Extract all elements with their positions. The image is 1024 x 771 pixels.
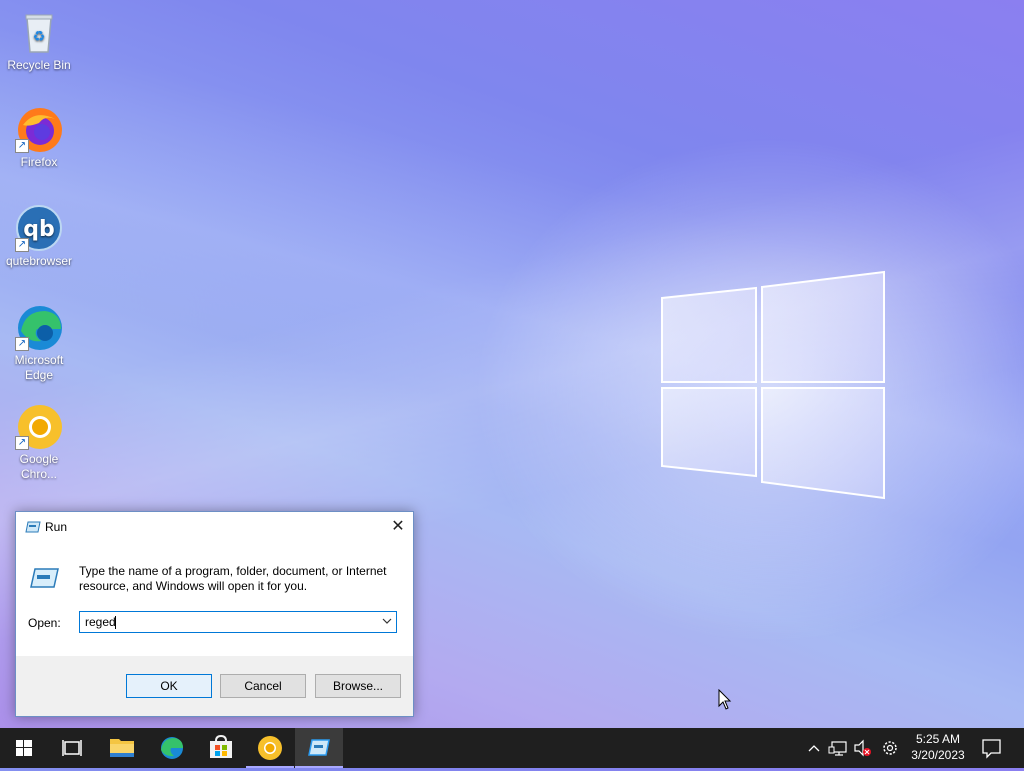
run-icon <box>25 521 41 533</box>
volume-muted-icon <box>854 739 871 757</box>
run-program-icon <box>30 568 59 588</box>
open-label-text: Open: <box>28 616 61 630</box>
taskbar-google-chrome[interactable] <box>246 728 294 768</box>
shortcut-arrow-icon: ↗ <box>15 436 29 450</box>
taskbar-clock[interactable]: 5:25 AM 3/20/2023 <box>905 731 971 763</box>
action-center-button[interactable] <box>978 728 1006 768</box>
run-dialog-titlebar[interactable]: Run ✕ <box>16 512 413 542</box>
open-combobox[interactable]: reged <box>79 611 397 633</box>
recycle-bin-icon: ♻ <box>15 8 63 56</box>
run-dialog-title: Run <box>45 520 68 534</box>
windows-wallpaper-logo <box>661 270 885 500</box>
clock-time: 5:25 AM <box>915 732 961 746</box>
taskbar-file-explorer[interactable] <box>98 728 146 768</box>
firefox-icon: ↗ <box>15 105 63 153</box>
edge-icon: ↗ <box>15 303 63 351</box>
shortcut-arrow-icon: ↗ <box>15 337 29 351</box>
start-button[interactable] <box>0 728 48 768</box>
task-view-button[interactable] <box>48 728 96 768</box>
browse-button[interactable]: Browse... <box>315 674 401 698</box>
taskbar-run[interactable] <box>295 728 343 768</box>
shortcut-arrow-icon: ↗ <box>15 238 29 252</box>
run-dialog-footer: OK Cancel Browse... <box>16 656 413 716</box>
desktop-icon-recycle-bin[interactable]: ♻ Recycle Bin <box>1 8 77 73</box>
mouse-cursor-icon <box>718 689 732 710</box>
network-button[interactable] <box>828 728 850 768</box>
desktop-icon-label: Firefox <box>20 155 58 169</box>
svg-text:♻: ♻ <box>33 29 46 45</box>
run-dialog: Run ✕ Type the name of a program, folder… <box>15 511 414 717</box>
clock-date: 3/20/2023 <box>911 748 965 762</box>
cancel-button[interactable]: Cancel <box>220 674 306 698</box>
gear-icon <box>883 741 897 755</box>
show-hidden-icons-button[interactable] <box>805 728 823 768</box>
open-input-value[interactable]: reged <box>85 615 116 629</box>
notifications-icon <box>982 739 1001 759</box>
desktop-icon-label: qutebrowser <box>5 254 73 268</box>
dropdown-chevron-icon[interactable] <box>378 612 396 632</box>
run-icon <box>308 739 330 756</box>
desktop-icon-label: Google Chro... <box>19 452 59 481</box>
settings-tray-button[interactable] <box>879 728 901 768</box>
desktop-icon-label: Microsoft Edge <box>14 353 64 382</box>
shortcut-arrow-icon: ↗ <box>15 139 29 153</box>
open-label: Open: <box>28 616 61 630</box>
taskbar: 5:25 AM 3/20/2023 <box>0 728 1024 768</box>
qutebrowser-icon: qb ↗ <box>15 204 63 252</box>
ok-button[interactable]: OK <box>126 674 212 698</box>
desktop-icon-google-chrome[interactable]: ↗ Google Chro... <box>1 402 77 482</box>
chevron-up-icon <box>808 745 820 752</box>
folder-icon <box>110 739 134 757</box>
store-icon <box>210 734 232 758</box>
taskbar-microsoft-edge[interactable] <box>148 728 196 768</box>
run-description: Type the name of a program, folder, docu… <box>79 564 387 593</box>
close-icon: ✕ <box>391 518 405 535</box>
close-button[interactable]: ✕ <box>383 512 413 542</box>
text-caret <box>115 616 116 629</box>
volume-button[interactable] <box>852 728 874 768</box>
desktop-icon-firefox[interactable]: ↗ Firefox <box>1 105 77 170</box>
edge-icon <box>161 737 183 759</box>
taskbar-microsoft-store[interactable] <box>197 728 245 768</box>
windows-start-icon <box>16 740 32 756</box>
chrome-icon <box>258 736 282 760</box>
desktop-icon-label: Recycle Bin <box>7 58 71 72</box>
desktop-icon-microsoft-edge[interactable]: ↗ Microsoft Edge <box>1 303 77 383</box>
network-icon <box>828 741 847 756</box>
task-view-icon <box>62 740 82 756</box>
chrome-icon: ↗ <box>15 402 63 450</box>
desktop-icon-qutebrowser[interactable]: qb ↗ qutebrowser <box>1 204 77 269</box>
